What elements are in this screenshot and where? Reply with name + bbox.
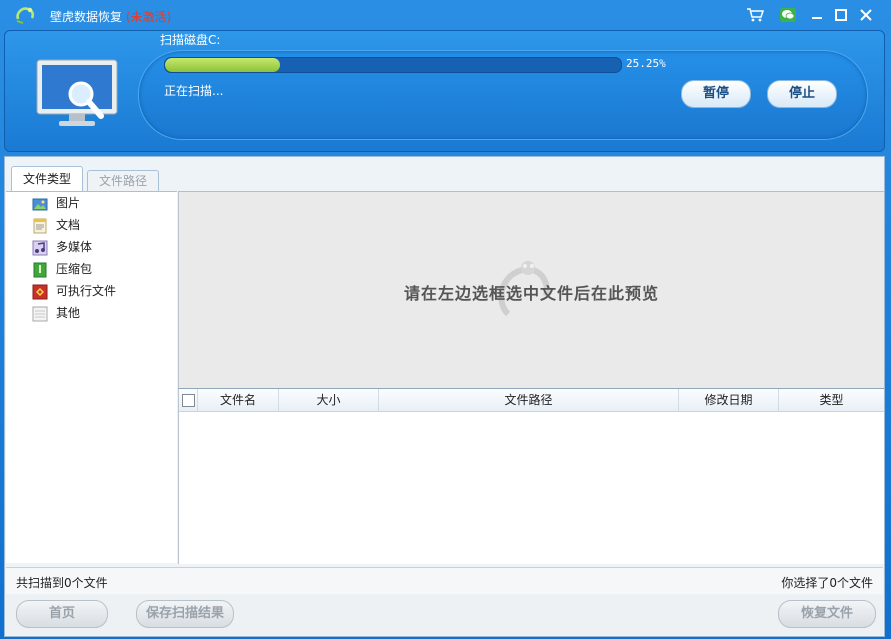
scan-progress-fill (165, 58, 281, 72)
scan-progress-bar (164, 57, 622, 73)
app-window: 壁虎数据恢复 (未激活) 扫描磁盘C: 25.25% 正在扫描... 暂停 停止… (0, 0, 891, 639)
category-item-archive[interactable]: 压缩包 (32, 260, 92, 278)
image-icon (32, 196, 48, 212)
maximize-icon[interactable] (832, 7, 850, 23)
document-icon (32, 218, 48, 234)
category-label: 其他 (56, 306, 81, 320)
stop-button[interactable]: 停止 (767, 80, 837, 108)
preview-hint: 请在左边选框选中文件后在此预览 (403, 284, 659, 303)
category-list: 图片 文档 多媒体 压缩包 可执行文件 其他 (6, 191, 177, 563)
cart-icon[interactable] (746, 7, 765, 23)
music-icon (32, 240, 48, 256)
category-label: 可执行文件 (56, 284, 117, 298)
home-button[interactable]: 首页 (16, 600, 108, 628)
table-header: 文件名 大小 文件路径 修改日期 类型 (179, 389, 884, 412)
category-label: 压缩包 (56, 262, 93, 276)
monitor-scan-icon (36, 59, 118, 126)
executable-icon (32, 284, 48, 300)
select-all-checkbox[interactable] (182, 394, 195, 407)
app-name: 壁虎数据恢复 (50, 10, 123, 24)
save-scan-button[interactable]: 保存扫描结果 (136, 600, 234, 628)
category-item-media[interactable]: 多媒体 (32, 238, 92, 256)
scan-progress-percent: 25.25% (626, 57, 666, 70)
category-item-executable[interactable]: 可执行文件 (32, 282, 116, 300)
scan-status-text: 正在扫描... (164, 84, 224, 98)
category-item-image[interactable]: 图片 (32, 194, 80, 212)
tab-file-type[interactable]: 文件类型 (11, 166, 83, 192)
wechat-icon[interactable] (779, 7, 797, 23)
other-file-icon (32, 306, 48, 322)
scanned-count: 共扫描到0个文件 (16, 576, 108, 590)
column-header-path[interactable]: 文件路径 (379, 389, 679, 411)
minimize-icon[interactable] (808, 7, 826, 23)
status-bar: 共扫描到0个文件 你选择了0个文件 (6, 567, 883, 594)
recover-files-button[interactable]: 恢复文件 (778, 600, 876, 628)
category-label: 图片 (56, 196, 81, 210)
title-bar: 壁虎数据恢复 (未激活) (0, 0, 891, 30)
gecko-logo-icon (16, 7, 35, 24)
pause-button[interactable]: 暂停 (681, 80, 751, 108)
file-table: 文件名 大小 文件路径 修改日期 类型 (178, 388, 884, 564)
action-bar: 首页 保存扫描结果 恢复文件 (6, 594, 883, 635)
preview-pane: 请在左边选框选中文件后在此预览 (178, 191, 884, 388)
archive-icon (32, 262, 48, 278)
scan-target-label: 扫描磁盘C: (160, 33, 221, 47)
column-header-name[interactable]: 文件名 (198, 389, 279, 411)
main-body: 文件类型 文件路径 图片 文档 多媒体 压缩包 可执行文件 其他 请在左边选框选… (4, 156, 885, 637)
column-header-modified[interactable]: 修改日期 (679, 389, 779, 411)
category-label: 文档 (56, 218, 81, 232)
close-icon[interactable] (857, 7, 875, 23)
category-label: 多媒体 (56, 240, 93, 254)
selected-count: 你选择了0个文件 (781, 576, 873, 590)
category-item-document[interactable]: 文档 (32, 216, 80, 234)
select-all-cell (179, 389, 198, 411)
category-item-other[interactable]: 其他 (32, 304, 80, 322)
scan-header-panel (4, 30, 885, 152)
window-title: 壁虎数据恢复 (未激活) (50, 8, 171, 25)
column-header-type[interactable]: 类型 (779, 389, 884, 411)
tab-file-path[interactable]: 文件路径 (87, 170, 159, 191)
activation-status: (未激活) (125, 10, 172, 24)
column-header-size[interactable]: 大小 (279, 389, 379, 411)
